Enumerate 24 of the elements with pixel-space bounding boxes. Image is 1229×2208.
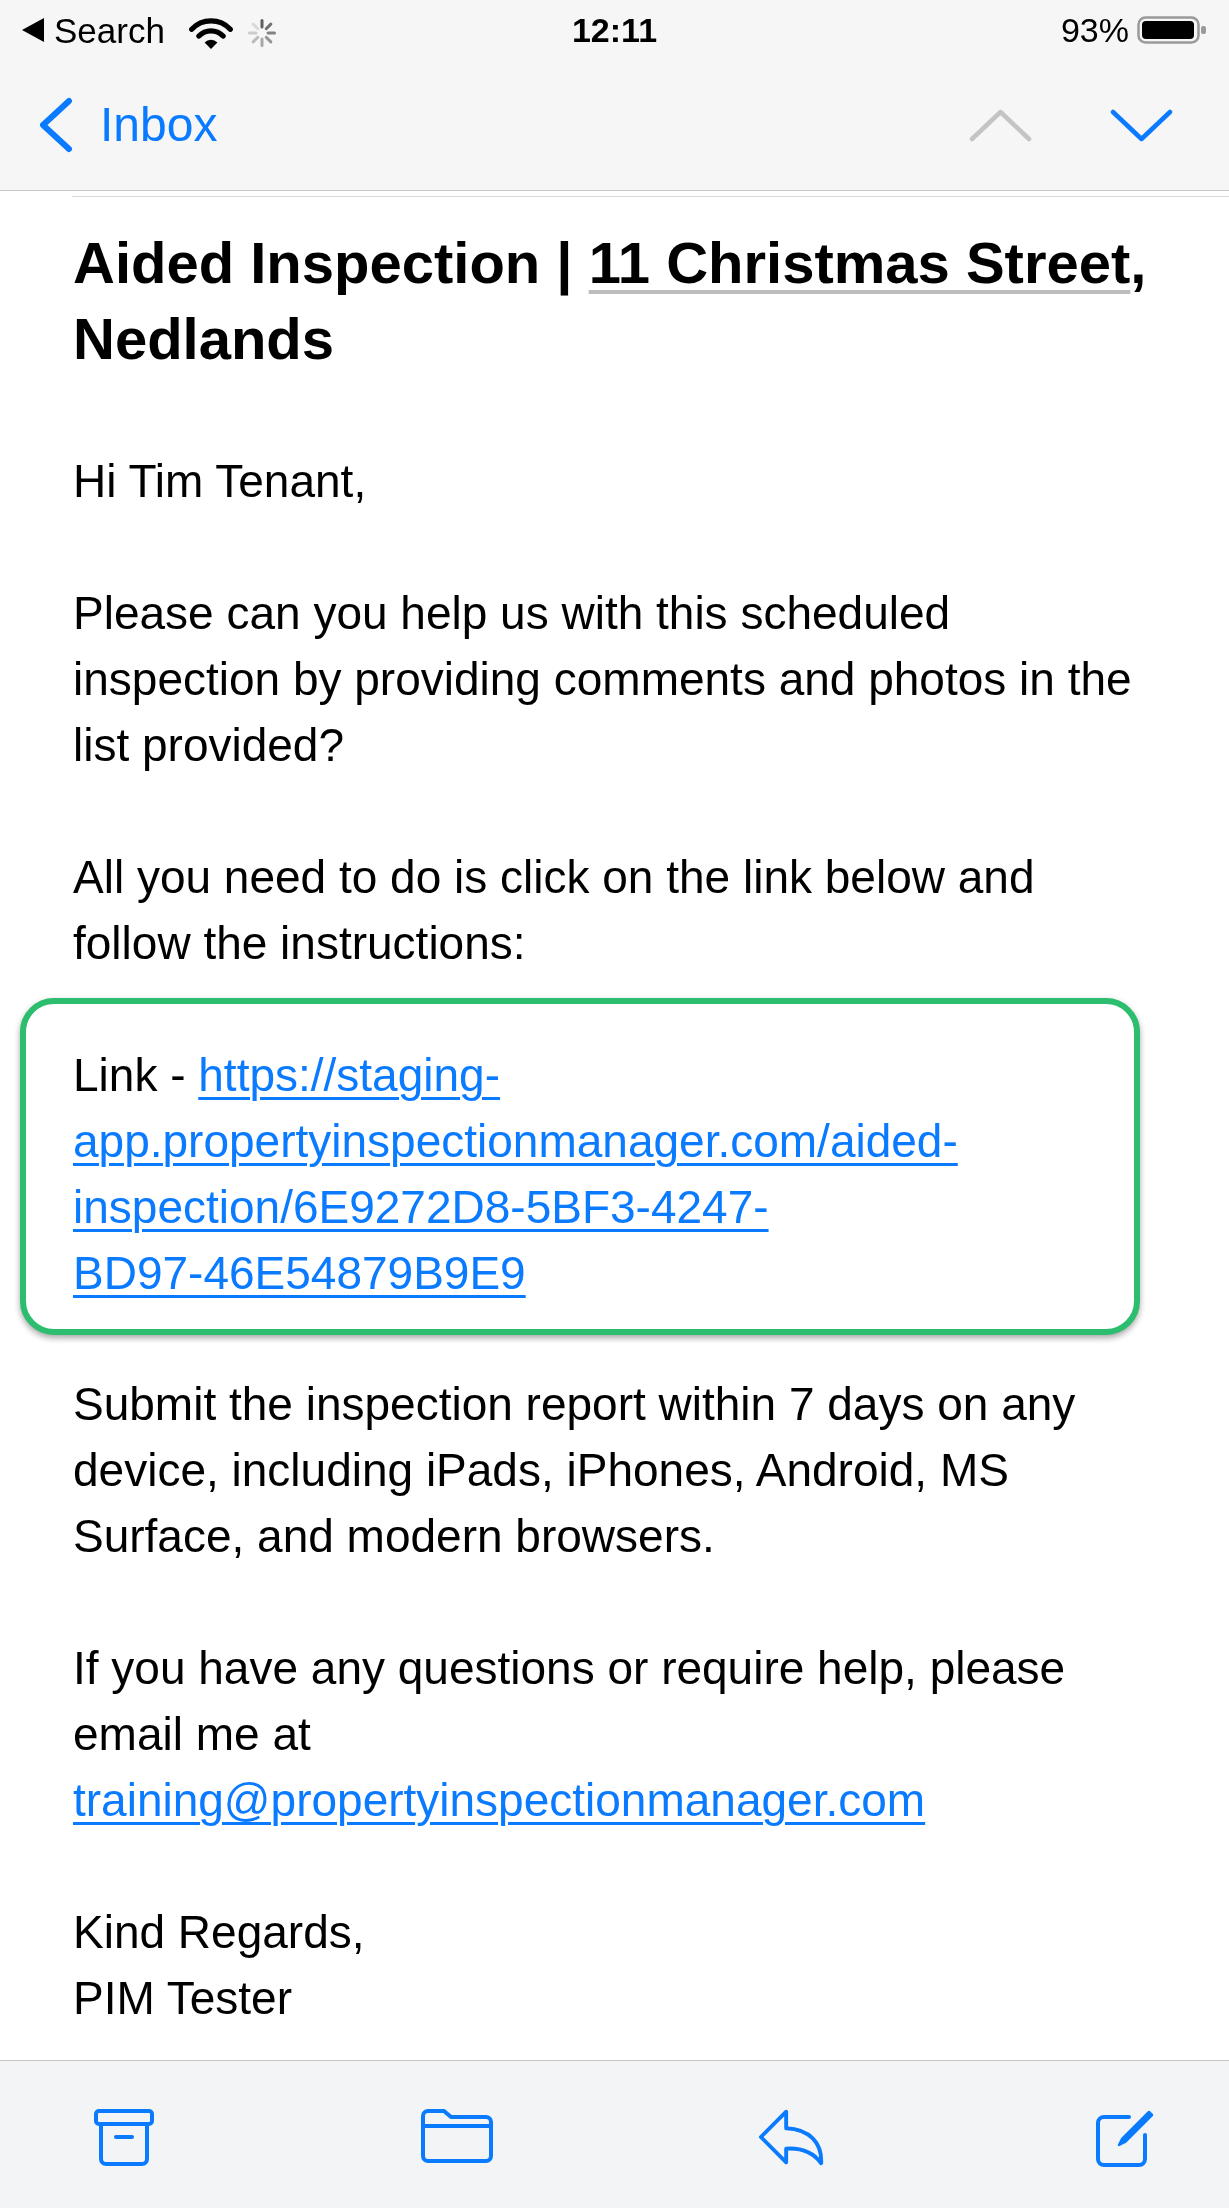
body-paragraph: Hi Tim Tenant, <box>73 454 368 509</box>
chevron-up-icon <box>969 108 1032 142</box>
wifi-icon <box>188 16 234 50</box>
email-subject: Aided Inspection | 11 Christmas Street, Nedlands <box>73 229 1148 373</box>
link-paragraph[interactable]: Link - https://staging-app.propertyinspectionmanager.com/aided-inspection/6E9272D8-5BF3-4247-BD97-46E54879B9E9 <box>73 1042 1114 1306</box>
contact-paragraph: If you have any questions or require help, please email me at training@propertyinspectionmanager.com <box>73 1641 1067 1828</box>
body-paragraph: Submit the inspection report within 7 days on any device, including iPads, iPhones, Android, MS Surface, and modern browsers. <box>73 1377 1077 1564</box>
battery-icon <box>1137 16 1207 44</box>
back-to-app-button[interactable]: Search <box>22 12 165 48</box>
back-triangle-icon <box>22 18 44 42</box>
folder-icon[interactable] <box>419 2107 494 2165</box>
back-to-inbox-button[interactable]: Inbox <box>38 97 218 153</box>
address-link[interactable]: 11 Christmas Street <box>588 230 1131 295</box>
signature-line: Kind Regards, <box>73 1905 366 1960</box>
status-time: 12:11 <box>571 13 658 47</box>
body-paragraph: Please can you help us with this scheduled inspection by providing comments and photos in the list provided? <box>73 586 1133 773</box>
email-link[interactable]: training@propertyinspectionmanager.com <box>73 1774 926 1826</box>
body-paragraph: All you need to do is click on the link below and follow the instructions: <box>73 850 1036 971</box>
back-chevron-icon <box>38 97 74 153</box>
activity-spinner-icon <box>248 19 276 47</box>
chevron-down-icon <box>1110 108 1173 142</box>
battery-percentage: 93% <box>1060 13 1129 47</box>
signature-line: PIM Tester <box>73 1971 293 2026</box>
archive-box-icon[interactable] <box>92 2107 156 2167</box>
